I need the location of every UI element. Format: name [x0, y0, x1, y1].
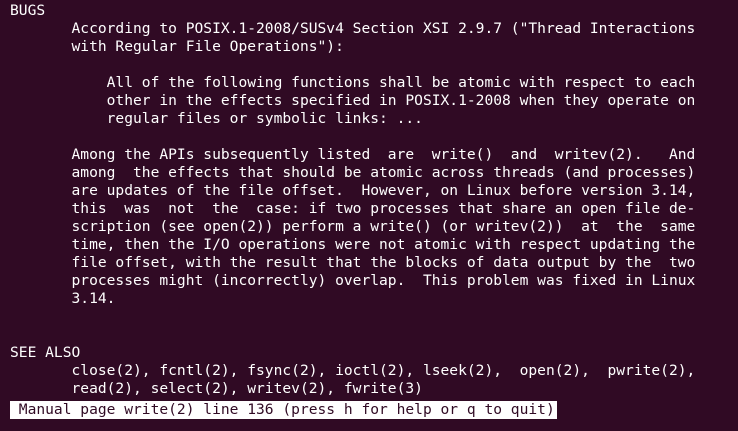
- man-text-line: close(2), fcntl(2), fsync(2), ioctl(2), …: [10, 362, 696, 379]
- man-text-line: processes might (incorrectly) overlap. T…: [10, 272, 696, 289]
- man-text-line: are updates of the file offset. However,…: [10, 182, 696, 199]
- man-text-line: among the effects that should be atomic …: [10, 164, 696, 181]
- man-text-line: time, then the I/O operations were not a…: [10, 236, 696, 253]
- man-text-line: read(2), select(2), writev(2), fwrite(3): [10, 380, 423, 397]
- man-quote-line: regular files or symbolic links: ...: [10, 110, 423, 127]
- man-text-line: According to POSIX.1-2008/SUSv4 Section …: [10, 20, 696, 37]
- man-quote-line: other in the effects specified in POSIX.…: [10, 92, 696, 109]
- man-text-line: this was not the case: if two processes …: [10, 200, 696, 217]
- man-text-line: with Regular File Operations"):: [10, 38, 344, 55]
- man-text-line: scription (see open(2)) perform a write(…: [10, 218, 696, 235]
- man-text-line: 3.14.: [10, 290, 116, 307]
- terminal-window[interactable]: BUGS According to POSIX.1-2008/SUSv4 Sec…: [0, 0, 738, 431]
- section-heading-see-also: SEE ALSO: [10, 344, 81, 361]
- man-text-line: file offset, with the result that the bl…: [10, 254, 696, 271]
- man-quote-line: All of the following functions shall be …: [10, 74, 696, 91]
- pager-status-bar: Manual page write(2) line 136 (press h f…: [10, 401, 557, 419]
- man-text-line: Among the APIs subsequently listed are w…: [10, 146, 696, 163]
- section-heading-bugs: BUGS: [10, 2, 46, 19]
